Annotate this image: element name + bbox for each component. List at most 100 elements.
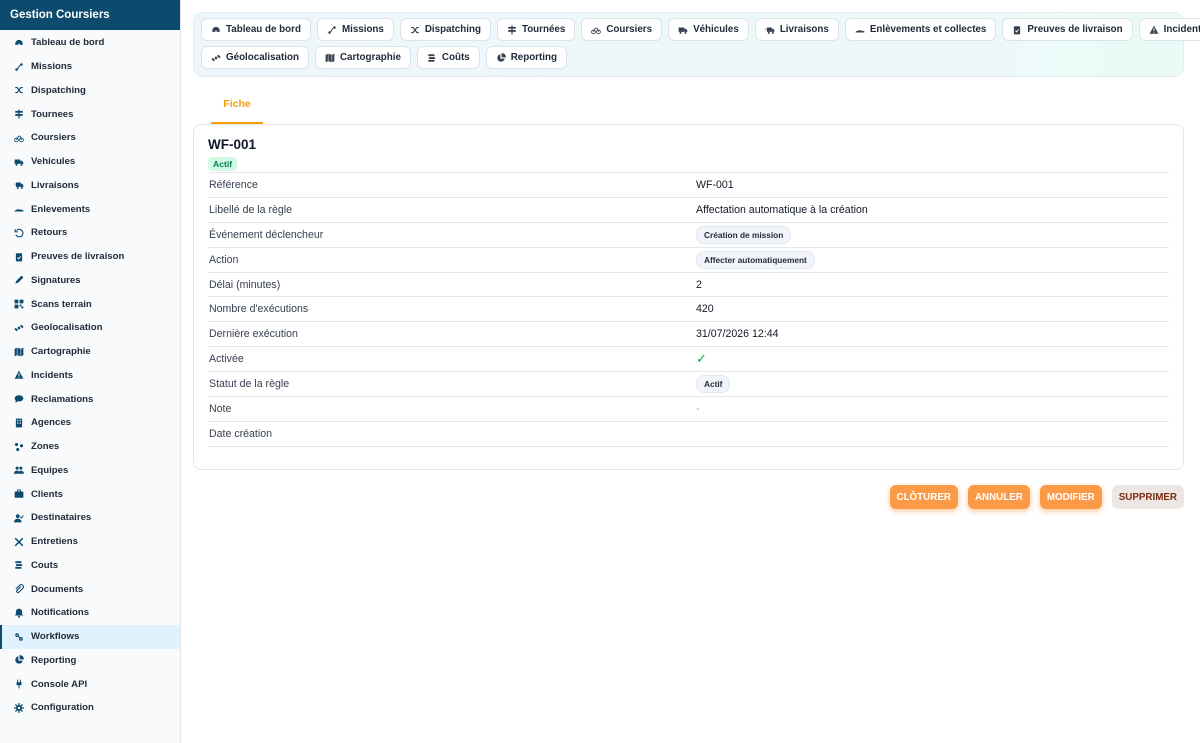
module-tabs-bar: Tableau de bord Missions Dispatching Tourné… xyxy=(193,12,1200,77)
sidebar-item-livraisons[interactable]: Livraisons xyxy=(0,174,180,198)
shuffle-icon xyxy=(410,25,420,35)
field-value: Affectation automatique à la création xyxy=(696,203,868,216)
qrcode-icon xyxy=(14,299,24,309)
field-label: Note xyxy=(209,402,232,415)
users-icon xyxy=(14,465,24,475)
sidebar-item-cartographie[interactable]: Cartographie xyxy=(0,340,180,364)
sidebar-item-signatures[interactable]: Signatures xyxy=(0,269,180,293)
clipboard-check-icon xyxy=(1012,25,1022,35)
sidebar-item-geolocalisation[interactable]: Geolocalisation xyxy=(0,316,180,340)
supprimer-button[interactable]: SUPPRIMER xyxy=(1111,485,1184,509)
detail-row: Référence WF-001 xyxy=(208,173,1169,198)
sidebar-item-workflows[interactable]: Workflows xyxy=(0,624,180,649)
module-tab-shuffle[interactable]: Dispatching xyxy=(399,18,491,41)
module-tab-hand[interactable]: Enlèvements et collectes xyxy=(844,18,997,41)
building-icon xyxy=(14,418,24,428)
sidebar-item-couts[interactable]: Couts xyxy=(0,554,180,578)
module-tab-gauge[interactable]: Tableau de bord xyxy=(201,18,311,41)
sidebar-item-notifications[interactable]: Notifications xyxy=(0,601,180,625)
annuler-button[interactable]: ANNULER xyxy=(967,485,1030,509)
sidebar-item-entretiens[interactable]: Entretiens xyxy=(0,530,180,554)
module-tab-route[interactable]: Missions xyxy=(316,18,394,41)
module-tab-label: Missions xyxy=(341,24,384,35)
sidebar-item-zones[interactable]: Zones xyxy=(0,435,180,459)
module-tab-label: Véhicules xyxy=(693,24,739,35)
modifier-button[interactable]: MODIFIER xyxy=(1039,485,1102,509)
module-tab-label: Coursiers xyxy=(606,24,653,35)
gear-icon xyxy=(14,702,24,713)
detail-row: Événement déclencheur Création de mission xyxy=(208,223,1169,248)
field-value-cell: Affecter automatiquement xyxy=(696,250,815,269)
detail-row: Date création xyxy=(208,422,1169,447)
sidebar-item-tableau-de-bord[interactable]: Tableau de bord xyxy=(0,31,180,55)
zones-icon xyxy=(14,442,24,452)
field-value-cell: 31/07/2026 12:44 xyxy=(696,328,778,340)
sidebar-item-destinataires[interactable]: Destinataires xyxy=(0,506,180,530)
sidebar-item-label: Equipes xyxy=(31,464,69,476)
bicycle-icon xyxy=(591,25,602,35)
sidebar-item-label: Incidents xyxy=(31,369,74,381)
module-tab-warning[interactable]: Incidents xyxy=(1138,18,1200,41)
field-label: Dernière exécution xyxy=(209,328,298,341)
route-icon xyxy=(327,25,337,35)
module-tab-clipboard-check[interactable]: Preuves de livraison xyxy=(1002,18,1133,41)
sidebar-item-documents[interactable]: Documents xyxy=(0,577,180,601)
sidebar-item-preuves-de-livraison[interactable]: Preuves de livraison xyxy=(0,245,180,269)
sidebar-item-clients[interactable]: Clients xyxy=(0,482,180,506)
sidebar-item-configuration[interactable]: Configuration xyxy=(0,696,180,720)
sidebar-item-enlevements[interactable]: Enlevements xyxy=(0,197,180,221)
sidebar-item-coursiers[interactable]: Coursiers xyxy=(0,126,180,150)
sidebar-item-equipes[interactable]: Equipes xyxy=(0,459,180,483)
sidebar-item-missions[interactable]: Missions xyxy=(0,55,180,79)
sidebar-item-vehicules[interactable]: Vehicules xyxy=(0,150,180,174)
sidebar-item-retours[interactable]: Retours xyxy=(0,221,180,245)
field-value-cell: - xyxy=(696,403,700,415)
detail-row: Statut de la règle Actif xyxy=(208,372,1169,398)
gauge-icon xyxy=(14,38,24,48)
sidebar-item-tournees[interactable]: Tournees xyxy=(0,102,180,126)
sidebar-item-label: Configuration xyxy=(31,702,94,714)
sidebar-item-label: Console API xyxy=(31,678,88,690)
tools-icon xyxy=(14,537,24,547)
field-value: 420 xyxy=(696,303,714,316)
module-tab-coins[interactable]: Coûts xyxy=(416,46,480,69)
sidebar-item-label: Coursiers xyxy=(31,132,76,144)
briefcase-icon xyxy=(14,489,24,499)
sidebar-item-agences[interactable]: Agences xyxy=(0,411,180,435)
module-tab-truck-fast[interactable]: Livraisons xyxy=(754,18,839,41)
field-value: WF-001 xyxy=(696,178,734,191)
sidebar-item-label: Tournees xyxy=(31,108,74,120)
tab-fiche[interactable]: Fiche xyxy=(211,92,263,124)
module-tab-bicycle[interactable]: Coursiers xyxy=(581,18,663,41)
module-tab-signs[interactable]: Tournées xyxy=(496,18,576,41)
module-tab-map[interactable]: Cartographie xyxy=(314,46,411,69)
sidebar-item-reclamations[interactable]: Reclamations xyxy=(0,387,180,411)
cloturer-button[interactable]: CLÔTURER xyxy=(889,485,958,509)
sidebar-item-label: Signatures xyxy=(31,274,81,286)
field-label: Action xyxy=(209,253,239,266)
checkmark-icon: ✓ xyxy=(696,351,707,367)
sidebar-item-label: Workflows xyxy=(31,631,80,643)
sidebar-item-label: Dispatching xyxy=(31,84,86,96)
module-tab-satellite[interactable]: Géolocalisation xyxy=(201,46,309,69)
sidebar-item-label: Documents xyxy=(31,583,84,595)
sidebar-item-dispatching[interactable]: Dispatching xyxy=(0,79,180,103)
satellite-icon xyxy=(14,323,24,333)
module-tab-label: Tournées xyxy=(521,24,566,35)
field-value: 2 xyxy=(696,278,702,291)
app-title: Gestion Coursiers xyxy=(0,0,180,30)
sidebar-item-reporting[interactable]: Reporting xyxy=(0,649,180,673)
sidebar-item-scans-terrain[interactable]: Scans terrain xyxy=(0,292,180,316)
module-tab-pie-chart[interactable]: Reporting xyxy=(485,46,567,69)
field-value-cell: Actif xyxy=(696,375,731,394)
sidebar-item-incidents[interactable]: Incidents xyxy=(0,364,180,388)
module-tab-label: Géolocalisation xyxy=(226,52,299,63)
field-label: Date création xyxy=(209,427,273,440)
module-tab-truck[interactable]: Véhicules xyxy=(668,18,749,41)
detail-row: Délai (minutes) 2 xyxy=(208,273,1169,298)
module-tab-label: Reporting xyxy=(510,52,557,63)
sidebar-item-console-api[interactable]: Console API xyxy=(0,672,180,696)
truck-icon xyxy=(14,157,24,167)
sidebar-item-label: Missions xyxy=(31,61,73,73)
module-tabs-row-2: Géolocalisation Cartographie Coûts Reportin… xyxy=(201,46,1176,69)
